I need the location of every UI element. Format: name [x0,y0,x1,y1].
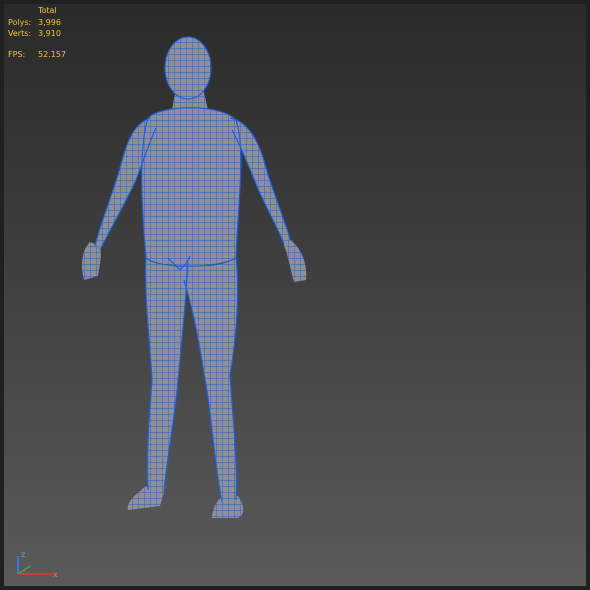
wireframe-human-body-icon[interactable] [0,0,590,590]
y-axis-line [17,565,31,575]
x-axis-label: x [53,570,58,579]
axis-gizmo-icon: z x [17,550,58,579]
viewport-3d[interactable]: Total Polys: 3,996 Verts: 3,910 FPS: 52.… [0,0,590,590]
z-axis-label: z [21,550,25,559]
mesh-surface [82,37,307,518]
